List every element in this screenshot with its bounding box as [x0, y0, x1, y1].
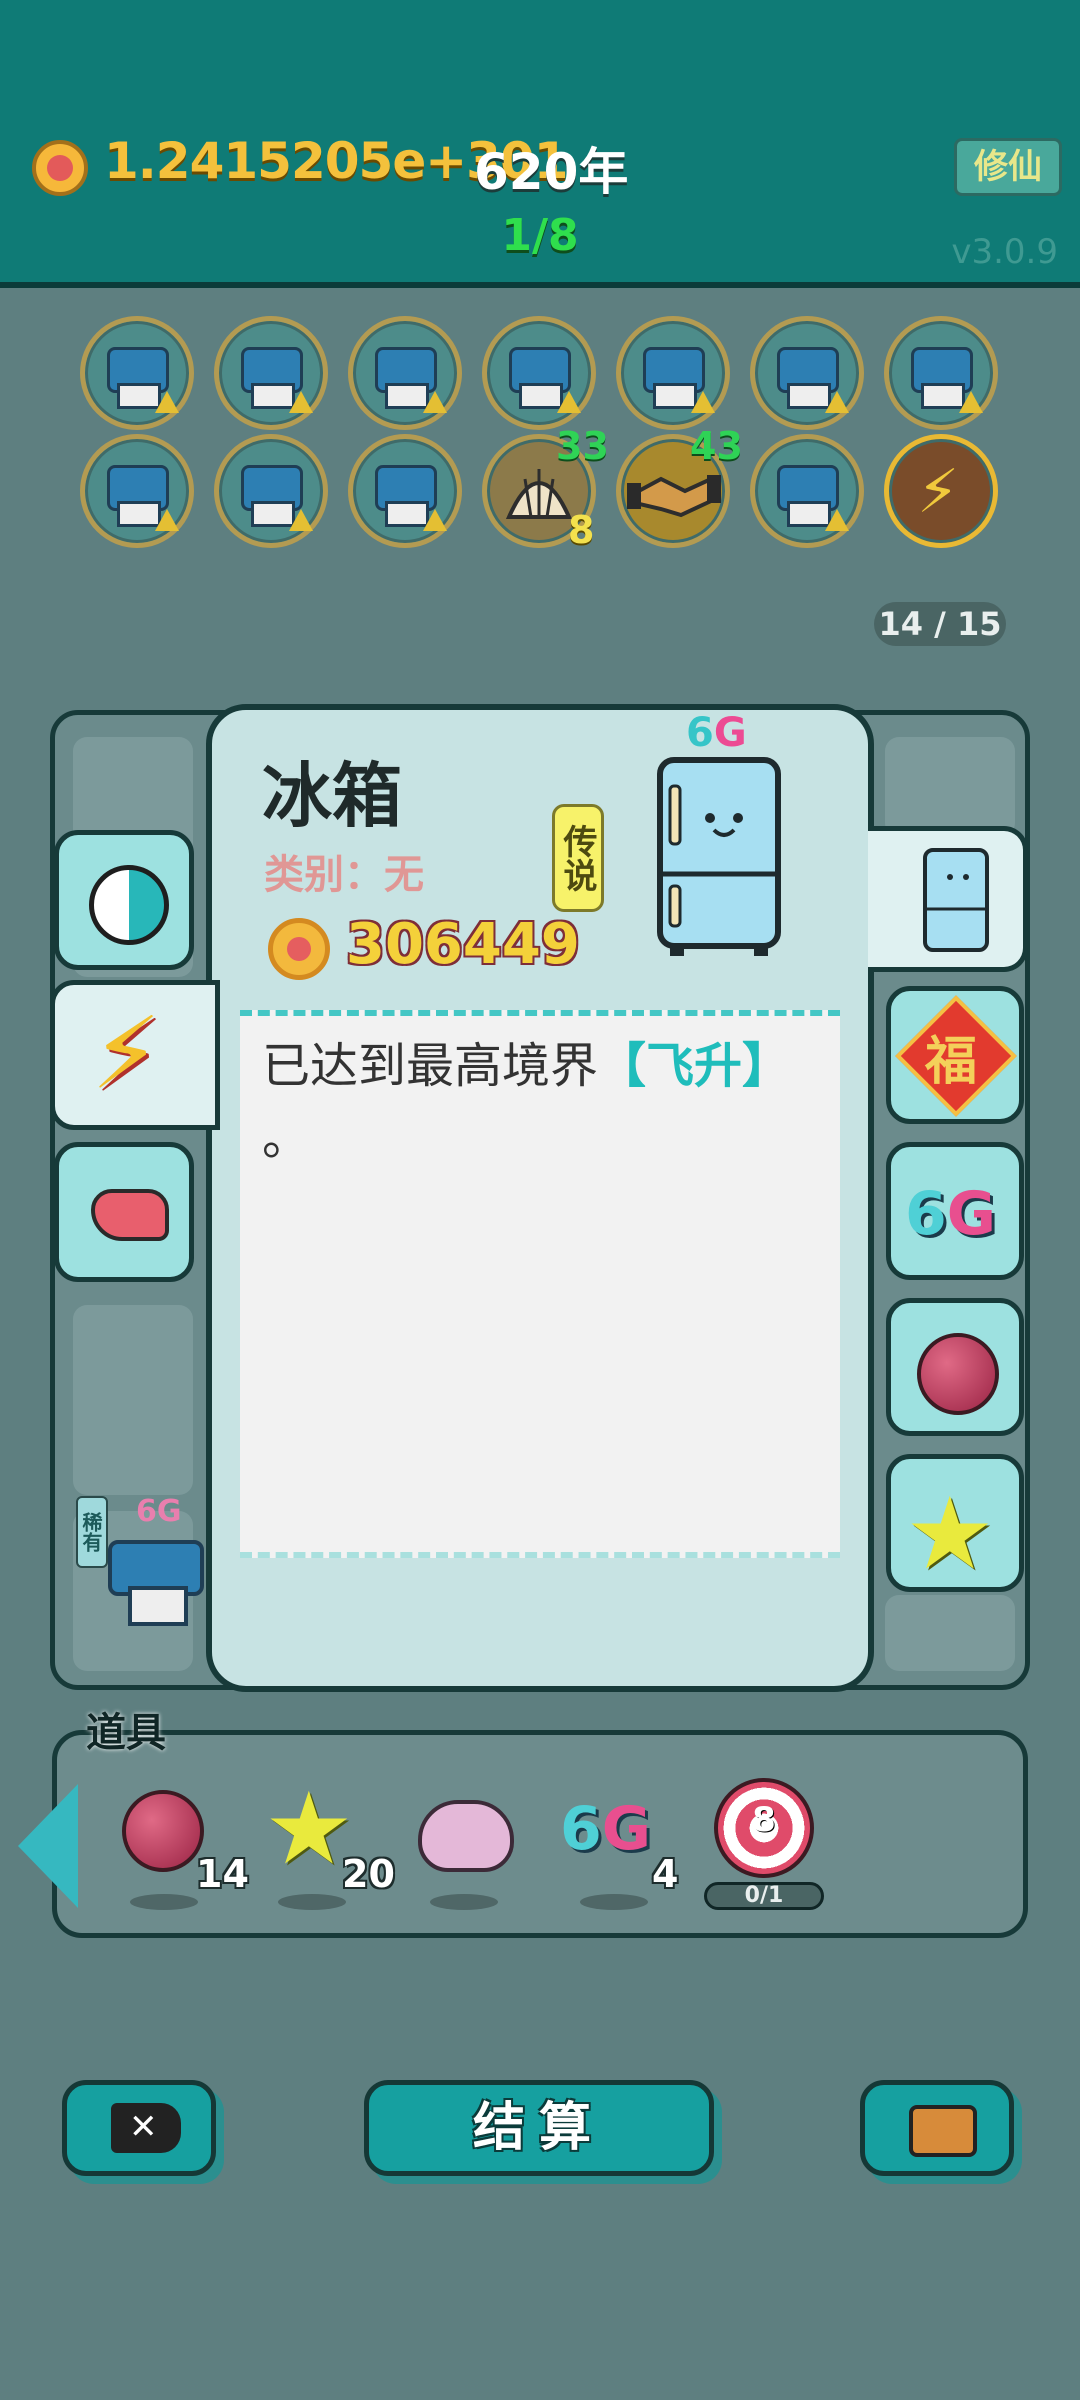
rarity-badge: 传说 [552, 804, 604, 912]
warning-icon [557, 391, 581, 413]
liver-icon [91, 1189, 169, 1241]
piggy-bank-icon [418, 1800, 514, 1872]
version-label: v3.0.9 [951, 232, 1058, 272]
back-arrow-icon[interactable] [18, 1784, 78, 1908]
6g-icon: 6G [905, 1179, 996, 1249]
rarity-tag-rare: 稀有 [76, 1496, 108, 1568]
6g-letter: G [946, 1179, 996, 1249]
relic-printer[interactable] [750, 316, 864, 430]
tab-6g[interactable]: 6G [886, 1142, 1024, 1280]
yinyang-icon [89, 865, 169, 945]
generation-letter: G [713, 710, 747, 756]
relic-printer[interactable] [348, 316, 462, 430]
bayberry-icon [122, 1790, 204, 1872]
briefcase-icon [909, 2105, 977, 2157]
paper-icon [128, 1586, 188, 1626]
star-icon: ★ [264, 1770, 354, 1887]
item-shadow [130, 1894, 198, 1910]
item-title: 冰箱 [262, 755, 402, 837]
settle-button[interactable]: 结算 [364, 2080, 714, 2176]
tab-star[interactable]: ★ [886, 1454, 1024, 1592]
target-number: 8 [752, 1800, 776, 1840]
lightning-icon: ⚡ [91, 995, 162, 1112]
star-icon: ★ [905, 1475, 995, 1592]
tab-liver[interactable] [54, 1142, 194, 1282]
description-end: 。 [262, 1110, 311, 1166]
warning-icon [423, 391, 447, 413]
description-highlight: 【飞升】 [598, 1038, 791, 1094]
generation-number: 6 [686, 710, 714, 756]
item-description: 已达到最高境界【飞升】 。 [262, 1030, 822, 1174]
warning-icon [691, 391, 715, 413]
tab-bayberry[interactable] [886, 1298, 1024, 1436]
close-button[interactable] [62, 2080, 216, 2176]
warning-icon [825, 509, 849, 531]
generation-badge: 6G [686, 710, 747, 756]
fridge-icon [923, 848, 989, 952]
warning-icon [423, 509, 447, 531]
6g-count: 4 [652, 1852, 679, 1896]
relic-shell-count-top: 33 [556, 424, 609, 468]
board-slot [885, 737, 1015, 837]
relic-counter: 14 / 15 [874, 602, 1006, 646]
relic-lightning[interactable]: ⚡ [884, 434, 998, 548]
coin-icon [32, 140, 88, 196]
6g-number: 6 [905, 1179, 947, 1249]
6g-icon: 6G [560, 1794, 651, 1864]
relic-printer[interactable] [750, 434, 864, 548]
warning-icon [155, 391, 179, 413]
bag-button[interactable] [860, 2080, 1014, 2176]
relic-printer[interactable] [80, 434, 194, 548]
bayberry-icon [917, 1333, 999, 1415]
warning-icon [825, 391, 849, 413]
item-price: 306449 [346, 912, 580, 977]
item-target[interactable]: 8 [706, 1778, 816, 1888]
relic-shell-count-bottom: 8 [568, 508, 595, 552]
tab-yinyang[interactable] [54, 830, 194, 970]
target-progress: 0/1 [704, 1882, 824, 1910]
item-shadow [278, 1894, 346, 1910]
star-count: 20 [342, 1852, 395, 1896]
fortune-label: 福 [925, 1032, 978, 1092]
items-label: 道具 [86, 1710, 166, 1756]
cultivation-mode-button[interactable]: 修仙 [954, 138, 1062, 196]
board-slot [885, 1595, 1015, 1671]
warning-icon [959, 391, 983, 413]
6g-number: 6 [560, 1794, 602, 1864]
relic-printer[interactable] [884, 316, 998, 430]
item-shadow [430, 1894, 498, 1910]
warning-icon [155, 509, 179, 531]
lightning-icon: ⚡ [917, 457, 960, 527]
relic-printer[interactable] [482, 316, 596, 430]
description-text: 已达到最高境界 [262, 1038, 599, 1094]
warning-icon [289, 391, 313, 413]
relic-handshake-count: 43 [690, 424, 743, 468]
tab-fridge[interactable] [868, 826, 1028, 972]
coin-icon [268, 918, 330, 980]
bayberry-count: 14 [196, 1852, 249, 1896]
close-icon [111, 2103, 181, 2153]
fridge-icon [657, 757, 781, 956]
tab-lightning[interactable]: ⚡ [50, 980, 220, 1130]
6g-letter: G [601, 1794, 651, 1864]
tab-fortune[interactable]: 福 [886, 986, 1024, 1124]
item-piggy-bank[interactable] [410, 1778, 520, 1910]
board-slot [73, 1305, 193, 1495]
relic-printer[interactable] [80, 316, 194, 430]
years-counter: 620年 [474, 143, 629, 201]
warning-icon [289, 509, 313, 531]
printer-gen-badge: 6G [136, 1494, 182, 1529]
relic-printer[interactable] [214, 434, 328, 548]
item-shadow [580, 1894, 648, 1910]
relic-printer[interactable] [214, 316, 328, 430]
item-category: 类别：无 [264, 852, 424, 898]
relic-printer[interactable] [616, 316, 730, 430]
relic-printer[interactable] [348, 434, 462, 548]
stage-progress: 1/8 [501, 210, 579, 261]
